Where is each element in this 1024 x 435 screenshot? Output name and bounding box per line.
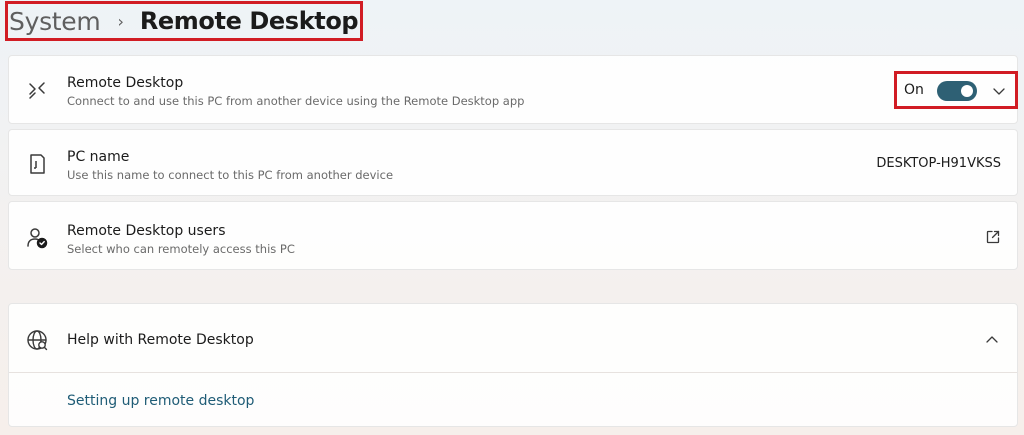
remote-desktop-description: Connect to and use this PC from another … — [67, 94, 525, 108]
remote-desktop-title: Remote Desktop — [67, 75, 184, 91]
setting-up-remote-desktop-link[interactable]: Setting up remote desktop — [67, 393, 254, 409]
pc-name-card: PC name Use this name to connect to this… — [8, 129, 1018, 196]
remote-users-title: Remote Desktop users — [67, 223, 226, 239]
pc-name-title: PC name — [67, 149, 130, 165]
remote-desktop-toggle[interactable] — [937, 81, 977, 101]
pc-icon — [25, 152, 49, 176]
help-title[interactable]: Help with Remote Desktop — [67, 332, 254, 348]
pc-name-description: Use this name to connect to this PC from… — [67, 168, 394, 182]
toggle-state-label: On — [904, 82, 924, 98]
remote-desktop-card[interactable]: Remote Desktop Connect to and use this P… — [8, 55, 1018, 124]
help-card: Help with Remote Desktop Setting up remo… — [8, 303, 1018, 427]
breadcrumb-system-link[interactable]: System — [9, 7, 101, 36]
remote-users-description: Select who can remotely access this PC — [67, 242, 295, 256]
pc-name-value: DESKTOP-H91VKSS — [876, 156, 1001, 171]
external-link-icon[interactable] — [985, 229, 1001, 245]
remote-desktop-users-card[interactable]: Remote Desktop users Select who can remo… — [8, 201, 1018, 270]
toggle-knob — [961, 85, 973, 97]
breadcrumb-separator: › — [117, 11, 124, 31]
remote-desktop-icon — [25, 78, 49, 102]
globe-icon — [25, 328, 49, 352]
remote-desktop-toggle-highlight: On — [894, 71, 1018, 109]
chevron-down-icon[interactable] — [992, 84, 1006, 98]
divider — [9, 372, 1017, 373]
users-icon — [25, 226, 49, 250]
breadcrumb: System › Remote Desktop — [5, 1, 363, 41]
page-title: Remote Desktop — [139, 7, 359, 35]
chevron-up-icon[interactable] — [985, 333, 999, 347]
